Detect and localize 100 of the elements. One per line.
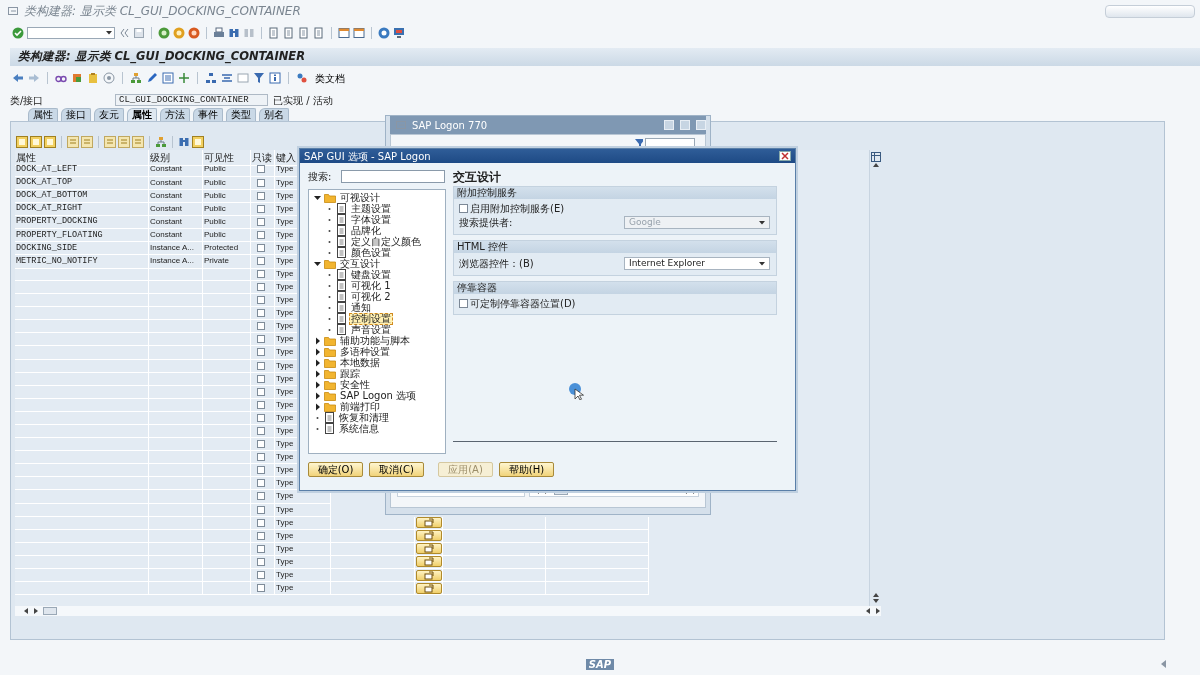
tree-item[interactable]: 本地数据 — [338, 356, 382, 369]
enter-icon[interactable] — [12, 27, 24, 39]
checkbox[interactable] — [257, 283, 265, 291]
tab[interactable]: 属性 — [28, 108, 58, 121]
list-icon[interactable] — [162, 72, 174, 84]
page-icon[interactable] — [298, 27, 310, 39]
checkbox[interactable] — [257, 466, 265, 475]
tab[interactable]: 属性 — [127, 108, 157, 121]
checkbox[interactable] — [257, 531, 265, 540]
tree-item[interactable]: 声音设置 — [349, 323, 393, 336]
tree-item[interactable]: 品牌化 — [349, 224, 383, 237]
checkbox[interactable] — [257, 400, 265, 409]
tree-item[interactable]: 颜色设置 — [349, 246, 393, 259]
print-icon[interactable] — [213, 27, 225, 39]
scroll-left-icon[interactable] — [865, 607, 871, 615]
checkbox[interactable] — [257, 571, 265, 580]
checkbox[interactable] — [257, 387, 265, 396]
checkbox[interactable] — [257, 427, 265, 435]
checkbox[interactable] — [257, 322, 265, 331]
settings-icon[interactable] — [870, 152, 881, 162]
checkbox[interactable] — [257, 230, 265, 239]
checkbox[interactable] — [257, 492, 265, 501]
list-tool-icon[interactable] — [118, 136, 130, 148]
expand-toggle[interactable] — [313, 346, 322, 357]
checkbox[interactable] — [257, 244, 265, 253]
save-icon[interactable] — [133, 27, 145, 39]
tree-item[interactable]: 辅助功能与脚本 — [338, 334, 412, 347]
tree-item[interactable]: 字体设置 — [349, 213, 393, 226]
tree-item[interactable]: 前端打印 — [338, 400, 382, 413]
checkbox[interactable] — [257, 557, 265, 566]
command-field[interactable] — [27, 27, 115, 39]
tab[interactable]: 别名 — [259, 108, 289, 121]
tree-item[interactable]: 定义自定义颜色 — [349, 235, 423, 248]
tool-icon[interactable] — [44, 136, 56, 148]
frame-icon[interactable] — [237, 72, 249, 84]
back-icon[interactable] — [158, 27, 170, 39]
dialog-button[interactable]: 确定(O) — [308, 462, 363, 477]
expand-toggle[interactable] — [313, 357, 322, 368]
clipboard-icon[interactable] — [87, 72, 99, 84]
detail-button[interactable] — [416, 582, 442, 594]
checkbox[interactable] — [257, 178, 265, 187]
tree-item[interactable]: SAP Logon 选项 — [338, 389, 419, 402]
tab[interactable]: 方法 — [160, 108, 190, 121]
tree-item[interactable]: 系统信息 — [337, 422, 381, 435]
tree-item[interactable]: 多语种设置 — [338, 345, 392, 358]
tree-item[interactable]: 可视设计 — [338, 191, 382, 204]
tool-icon[interactable] — [192, 136, 204, 148]
tree-icon[interactable] — [130, 72, 142, 84]
expand-toggle[interactable] — [313, 379, 322, 390]
list-tool-icon[interactable] — [81, 136, 93, 148]
checkbox[interactable] — [459, 299, 468, 308]
page-icon[interactable] — [268, 27, 280, 39]
class-field[interactable]: CL_GUI_DOCKING_CONTAINER — [115, 94, 268, 106]
page-icon[interactable] — [283, 27, 295, 39]
scroll-up-icon[interactable] — [871, 592, 880, 598]
detail-button[interactable] — [416, 569, 442, 581]
tool-icon[interactable] — [16, 136, 28, 148]
checkbox[interactable] — [257, 440, 265, 449]
vertical-scrollbar[interactable] — [869, 150, 881, 606]
dialog-button[interactable]: 帮助(H) — [499, 462, 554, 477]
help-icon[interactable] — [378, 27, 390, 39]
scroll-down-icon[interactable] — [871, 598, 880, 604]
dialog-button[interactable]: 取消(C) — [369, 462, 424, 477]
filter-icon[interactable] — [634, 137, 643, 147]
tab[interactable]: 友元 — [94, 108, 124, 121]
checkbox[interactable] — [257, 544, 265, 553]
horizontal-scrollbar[interactable] — [15, 606, 881, 616]
checkbox[interactable] — [257, 479, 265, 488]
exit-icon[interactable] — [173, 27, 185, 39]
checkbox[interactable] — [257, 374, 265, 383]
list-tool-icon[interactable] — [104, 136, 116, 148]
search-field[interactable] — [341, 170, 445, 183]
checkbox[interactable] — [257, 361, 265, 370]
tree-item[interactable]: 跟踪 — [338, 367, 362, 380]
tool-icon[interactable] — [30, 136, 42, 148]
move-icon[interactable] — [178, 72, 190, 84]
checkbox[interactable] — [257, 335, 265, 344]
filter-icon[interactable] — [253, 72, 265, 84]
checkbox[interactable] — [257, 269, 265, 278]
scroll-left-icon[interactable] — [23, 607, 29, 615]
detail-button[interactable] — [416, 517, 442, 529]
close-button[interactable] — [779, 151, 791, 161]
checkbox[interactable] — [257, 165, 265, 174]
column-header[interactable]: 可见性 — [203, 150, 251, 166]
checkbox[interactable] — [459, 204, 468, 213]
column-header[interactable]: 级别 — [149, 150, 203, 166]
tree-item[interactable]: 恢复和清理 — [337, 411, 391, 424]
list-tool-icon[interactable] — [67, 136, 79, 148]
column-header[interactable]: 属性 — [15, 150, 149, 166]
hierarchy-icon[interactable] — [155, 136, 167, 148]
network-icon[interactable] — [296, 72, 308, 84]
checkbox[interactable] — [257, 518, 265, 527]
align-icon[interactable] — [221, 72, 233, 84]
checkbox[interactable] — [257, 453, 265, 462]
info-icon[interactable] — [269, 72, 281, 84]
tree-item[interactable]: 交互设计 — [338, 257, 382, 270]
scroll-thumb-icon[interactable] — [43, 607, 57, 615]
double-chevron-icon[interactable] — [118, 27, 130, 39]
checkbox[interactable] — [257, 584, 265, 593]
detail-button[interactable] — [416, 543, 442, 555]
